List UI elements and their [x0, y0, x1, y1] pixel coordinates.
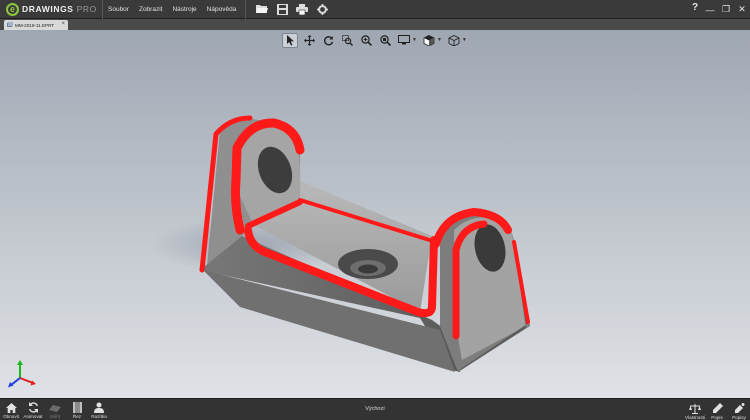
part-file-icon — [7, 22, 13, 27]
quick-tools — [252, 1, 332, 17]
stamp-icon — [93, 402, 105, 413]
document-tab-label: MM-2019-11.EPRT — [15, 22, 55, 28]
measure-label: Měřit — [49, 414, 61, 419]
stamps-button[interactable]: Razítka — [88, 398, 110, 420]
section-button[interactable]: Řez — [66, 398, 88, 420]
menu-nastroje[interactable]: Nástroje — [167, 6, 201, 13]
section-icon — [71, 402, 83, 413]
markups-icon — [733, 403, 745, 414]
app-logo: e DRAWINGS PRO — [0, 0, 103, 19]
markup-label: Popis — [711, 415, 723, 420]
properties-button[interactable]: Vlastnosti — [684, 399, 706, 420]
title-bar: e DRAWINGS PRO Soubor Zobrazit Nástroje … — [0, 0, 750, 19]
tab-close-icon[interactable]: × — [61, 21, 65, 27]
section-label: Řez — [72, 414, 82, 419]
minimize-icon[interactable]: — — [702, 5, 718, 15]
reset-label: Obnovit — [3, 414, 19, 419]
measure-button[interactable]: Měřit — [44, 398, 66, 420]
menu-bar: Soubor Zobrazit Nástroje Nápověda — [103, 0, 247, 19]
3d-part-model[interactable] — [0, 30, 750, 398]
markups-button[interactable]: Popisy — [728, 399, 750, 420]
logo-text: DRAWINGS — [22, 4, 74, 14]
through-hole — [358, 264, 378, 274]
coordinate-triad-icon — [8, 360, 36, 388]
stamps-label: Razítka — [91, 414, 107, 419]
configuration-label: Výchozí — [365, 406, 385, 412]
animate-icon — [27, 402, 39, 413]
measure-icon — [49, 402, 61, 413]
reset-button[interactable]: Obnovit — [0, 398, 22, 420]
document-tab[interactable]: MM-2019-11.EPRT × — [4, 20, 68, 30]
animate-label: Animovat — [23, 414, 43, 419]
markup-button[interactable]: Popis — [706, 399, 728, 420]
graphics-viewport[interactable]: ▼ ▼ ▼ — [0, 30, 750, 398]
open-folder-icon[interactable] — [254, 1, 270, 17]
close-icon[interactable]: ✕ — [734, 4, 750, 15]
menu-napoveda[interactable]: Nápověda — [202, 6, 242, 13]
window-controls: — ❐ ✕ — [702, 0, 750, 19]
logo-pro: PRO — [76, 4, 97, 14]
bottom-toolbar: Obnovit Animovat Měřit Řez Razítka Výcho… — [0, 398, 750, 420]
save-icon[interactable] — [274, 1, 290, 17]
bottom-right-tools: Vlastnosti Popis Popisy — [684, 399, 750, 420]
menu-soubor[interactable]: Soubor — [103, 6, 134, 13]
markup-pen-icon — [711, 403, 723, 414]
logo-e-mark: e — [6, 2, 19, 16]
gear-icon[interactable] — [314, 1, 330, 17]
properties-icon — [689, 403, 701, 414]
print-icon[interactable] — [294, 1, 310, 17]
animate-button[interactable]: Animovat — [22, 398, 44, 420]
markups-label: Popisy — [732, 415, 746, 420]
home-icon — [5, 402, 17, 413]
document-tab-strip: MM-2019-11.EPRT × — [0, 19, 750, 30]
help-icon[interactable]: ? — [692, 2, 698, 13]
properties-label: Vlastnosti — [685, 415, 705, 420]
restore-icon[interactable]: ❐ — [718, 4, 734, 15]
menu-zobrazit[interactable]: Zobrazit — [134, 6, 167, 13]
